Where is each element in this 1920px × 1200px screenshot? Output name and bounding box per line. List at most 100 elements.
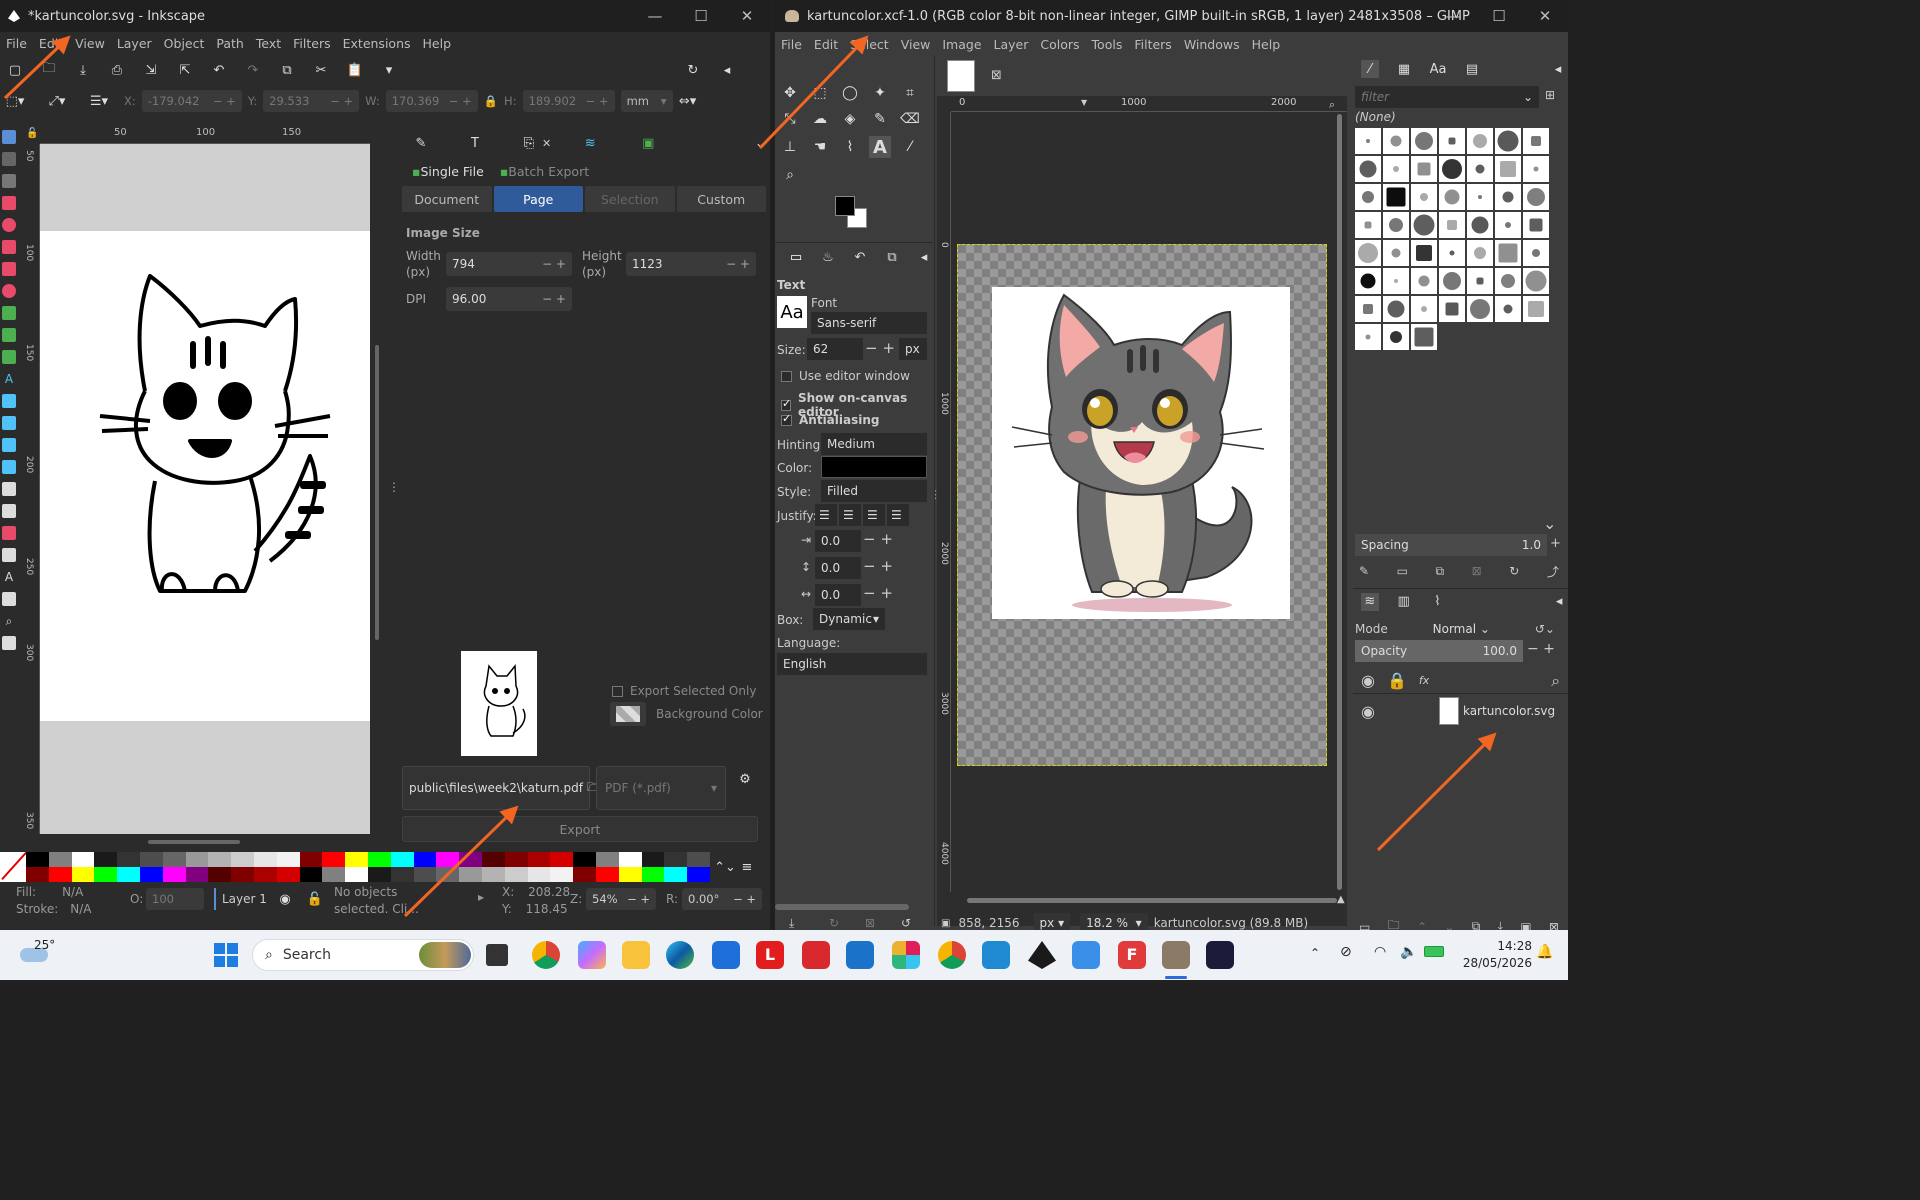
palette-swatch[interactable] — [573, 867, 596, 882]
copilot-icon[interactable] — [578, 941, 606, 969]
gradient-tool-icon[interactable] — [2, 394, 16, 408]
tag-icon[interactable]: ⊞ — [1545, 88, 1555, 102]
palette-swatch[interactable] — [618, 867, 642, 882]
brush-thumbnail[interactable] — [1355, 240, 1381, 266]
store-icon[interactable] — [712, 941, 740, 969]
gimp-maximize-button[interactable]: ☐ — [1476, 0, 1522, 32]
lower-layer-icon[interactable]: ⌄ — [1444, 920, 1454, 931]
palette-swatch[interactable] — [299, 867, 323, 882]
palette-swatch[interactable] — [459, 867, 482, 882]
palette-swatch[interactable] — [436, 852, 460, 867]
brush-thumbnail[interactable] — [1355, 268, 1381, 294]
brush-thumbnail[interactable] — [1411, 296, 1437, 322]
palette-swatch[interactable] — [185, 867, 209, 882]
palette-swatch[interactable] — [481, 867, 505, 882]
brush-thumbnail[interactable] — [1439, 268, 1465, 294]
raise-layer-icon[interactable]: ⌃ — [1417, 920, 1427, 931]
brushes-tab-icon[interactable]: ⁄ — [1361, 60, 1379, 78]
spiral-tool-icon[interactable] — [2, 284, 16, 298]
style-select[interactable]: Filled — [821, 480, 927, 502]
area-page-button[interactable]: Page — [493, 186, 583, 212]
menu-text[interactable]: Text — [250, 36, 287, 51]
duplicate-brush-icon[interactable]: ⧉ — [1436, 564, 1445, 579]
delete-brush-icon[interactable]: ⊠ — [1472, 564, 1482, 578]
antialias-option[interactable]: Antialiasing — [781, 412, 880, 427]
show-hidden-icons[interactable]: ⌃ — [1310, 946, 1320, 960]
palette-swatch[interactable] — [641, 867, 665, 882]
palette-swatch[interactable] — [162, 867, 186, 882]
brush-thumbnail[interactable] — [1523, 268, 1549, 294]
pen-tool-icon[interactable] — [2, 306, 16, 320]
palette-swatch[interactable] — [276, 867, 300, 882]
indent-input[interactable]: 0.0 — [815, 530, 861, 552]
dpi-input[interactable]: 96.00− + — [446, 287, 572, 311]
gimp-taskbar-icon[interactable] — [1162, 941, 1190, 969]
paint-bucket-icon[interactable] — [2, 460, 16, 474]
collapse-icon[interactable]: ◂ — [718, 61, 736, 79]
brush-thumbnail[interactable] — [1523, 156, 1549, 182]
3d-box-tool-icon[interactable] — [2, 262, 16, 276]
merge-layer-icon[interactable]: ⤓ — [1498, 919, 1503, 930]
zoom-lens-icon[interactable]: ⌕ — [1329, 98, 1335, 112]
palette-swatch[interactable] — [367, 867, 391, 882]
rotation-field[interactable]: 0.00° − + — [682, 888, 762, 910]
star-tool-icon[interactable] — [2, 240, 16, 254]
hinting-select[interactable]: Medium — [821, 433, 927, 455]
height-input[interactable]: 1123− + — [626, 252, 756, 276]
clone-tool-icon[interactable]: ⊥ — [779, 136, 801, 158]
palette-swatch[interactable] — [48, 867, 72, 882]
palette-swatch[interactable] — [94, 867, 118, 882]
text-color-button[interactable] — [821, 456, 927, 478]
palette-swatch[interactable] — [117, 867, 140, 882]
justify-right-icon[interactable]: ☰ — [839, 504, 861, 526]
menu-path[interactable]: Path — [210, 36, 249, 51]
paintbrush-tool-icon[interactable]: ✎ — [869, 108, 891, 130]
zoom-tool-icon[interactable]: ⌕ — [2, 614, 16, 628]
palette-swatch[interactable] — [231, 852, 254, 867]
area-custom-button[interactable]: Custom — [676, 186, 766, 212]
layers-tab-icon[interactable]: ≋ — [581, 134, 599, 152]
gimp-menu-layer[interactable]: Layer — [988, 37, 1035, 52]
font-preview-button[interactable]: Aa — [777, 296, 807, 328]
palette-swatch[interactable] — [664, 867, 688, 882]
close-button[interactable]: ✕ — [724, 0, 770, 32]
export-filename-field[interactable]: public\files\week2\katurn.pdf 🗁 — [402, 766, 602, 810]
paint-app-icon[interactable] — [1072, 941, 1100, 969]
brush-thumbnail[interactable] — [1467, 296, 1493, 322]
paths-tool-icon[interactable]: ⌇ — [839, 136, 861, 158]
gimp-minimize-button[interactable]: — — [1430, 0, 1476, 32]
palette-swatch[interactable] — [481, 852, 505, 867]
language-input[interactable]: English — [777, 653, 927, 675]
open-folder-icon[interactable]: 🗀 — [40, 61, 58, 79]
close-tab-icon[interactable]: ✕ — [542, 137, 551, 150]
lock-ratio-icon[interactable]: 🔒 — [484, 94, 498, 108]
palette-swatch[interactable] — [26, 867, 49, 882]
layers-tab-icon[interactable]: ≋ — [1361, 592, 1379, 611]
box-select[interactable]: Dynamic ▾ — [813, 608, 885, 630]
palette-swatch[interactable] — [253, 867, 277, 882]
brush-thumbnail[interactable] — [1439, 128, 1465, 154]
brush-thumbnail[interactable] — [1467, 156, 1493, 182]
palette-swatch[interactable] — [345, 867, 368, 882]
bucket-fill-tool-icon[interactable]: ◈ — [839, 108, 861, 130]
palette-swatch[interactable] — [436, 867, 460, 882]
brush-thumbnail[interactable] — [1355, 324, 1381, 350]
area-selection-button[interactable]: Selection — [585, 186, 675, 212]
brush-thumbnail[interactable] — [1411, 324, 1437, 350]
brush-thumbnail[interactable] — [1495, 268, 1521, 294]
taskbar-search[interactable]: ⌕ Search — [252, 939, 474, 971]
x-field[interactable]: -179.042− + — [141, 90, 242, 112]
task-view-icon[interactable] — [486, 944, 508, 966]
palette-swatch[interactable] — [208, 867, 232, 882]
brush-thumbnail[interactable] — [1495, 184, 1521, 210]
export-tab-icon[interactable]: ⎘ — [520, 134, 538, 152]
brush-thumbnail[interactable] — [1467, 128, 1493, 154]
palette-swatch[interactable] — [687, 867, 710, 882]
zoom-field[interactable]: 54% − + — [586, 888, 656, 910]
brush-thumbnail[interactable] — [1439, 240, 1465, 266]
vscode-icon[interactable] — [982, 941, 1010, 969]
palette-swatch[interactable] — [71, 867, 95, 882]
opacity-field[interactable]: 100 — [146, 888, 204, 910]
zoom-tool-icon[interactable]: ⌕ — [779, 164, 801, 186]
brush-thumbnail[interactable] — [1411, 156, 1437, 182]
